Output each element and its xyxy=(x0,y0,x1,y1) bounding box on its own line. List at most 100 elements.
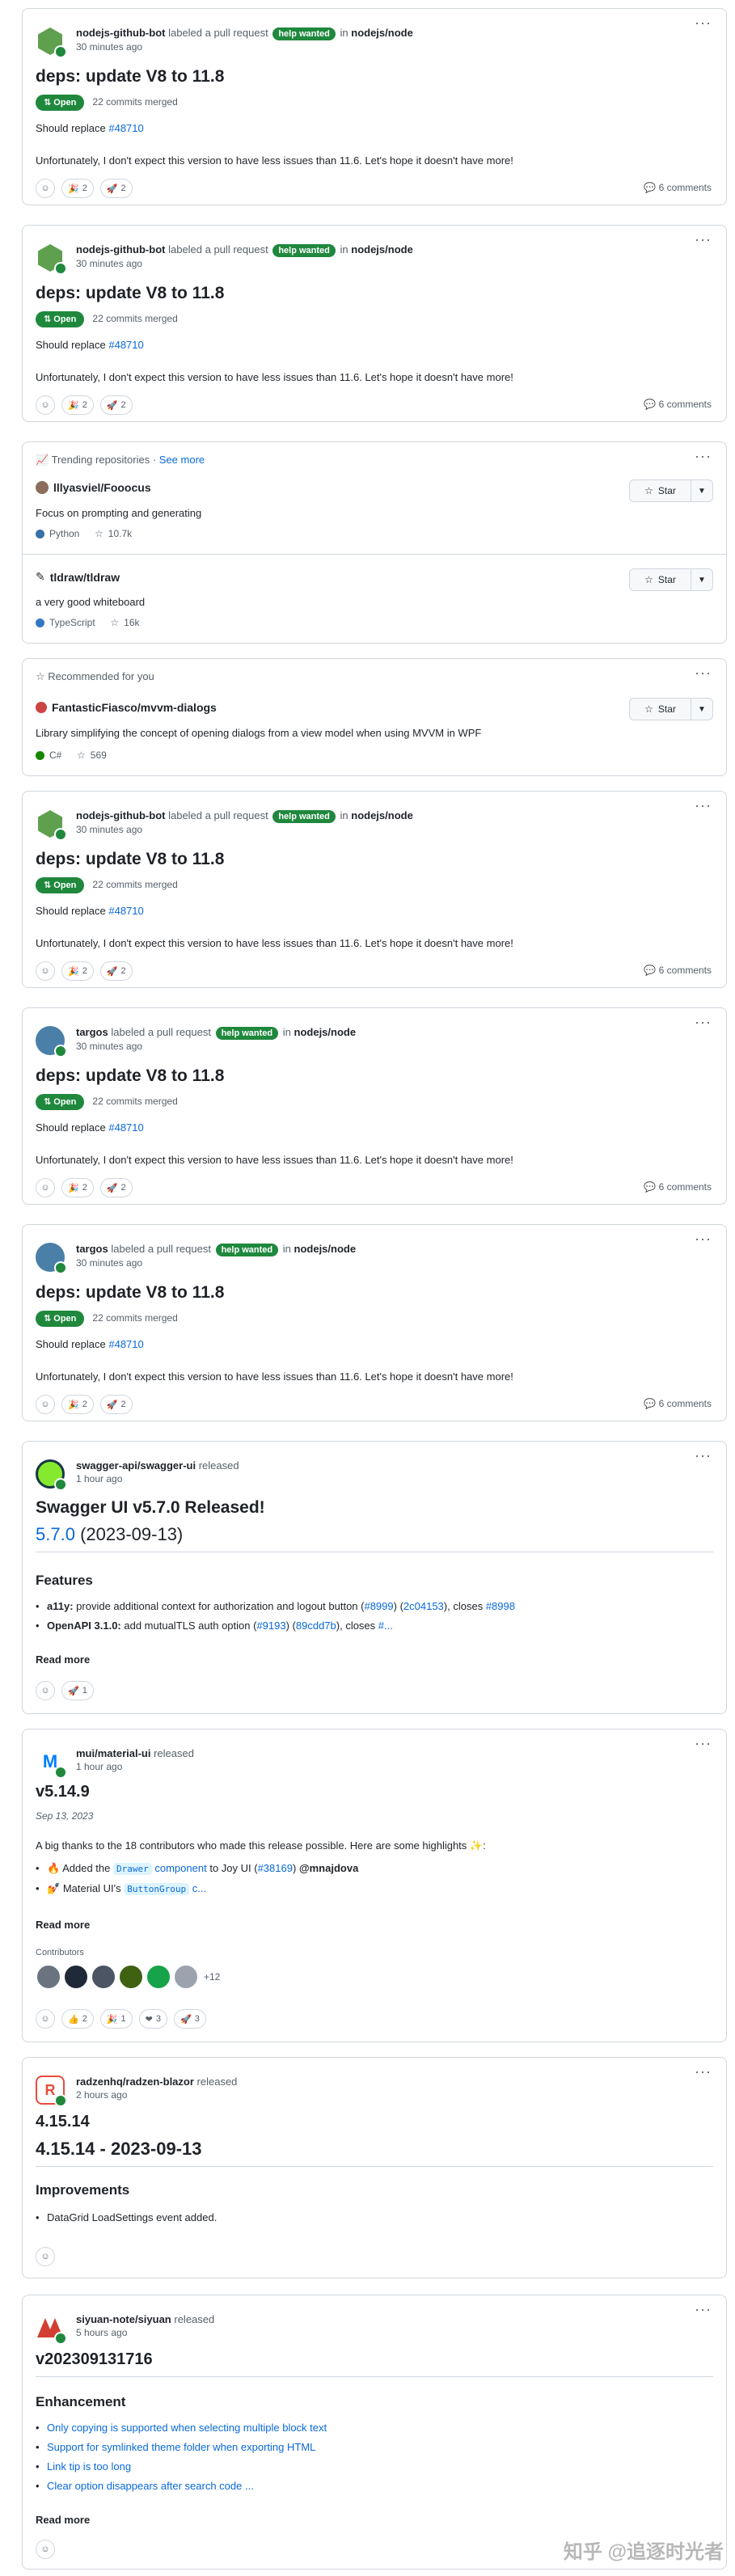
add-reaction-button[interactable]: ☺ xyxy=(36,395,55,415)
label-badge[interactable]: help wanted xyxy=(272,244,336,257)
comments-count[interactable]: 💬 6 comments xyxy=(644,965,712,976)
star-count[interactable]: 569 xyxy=(91,750,107,761)
star-button[interactable]: ☆ Star ▼ xyxy=(629,479,713,502)
more-options-icon[interactable]: ··· xyxy=(695,2064,712,2079)
reaction-party[interactable]: 🎉 2 xyxy=(61,1178,94,1197)
add-reaction-button[interactable]: ☺ xyxy=(36,1681,55,1700)
more-options-icon[interactable]: ··· xyxy=(695,449,712,463)
pr-title[interactable]: deps: update V8 to 11.8 xyxy=(36,67,224,87)
user-mention[interactable]: @mnajdova xyxy=(299,1862,358,1874)
truncated-link[interactable]: c... xyxy=(192,1882,206,1894)
more-options-icon[interactable]: ··· xyxy=(695,1015,712,1029)
reaction-rocket[interactable]: 🚀 2 xyxy=(99,1178,133,1197)
repo-link[interactable]: mui/material-ui xyxy=(76,1747,150,1759)
more-options-icon[interactable]: ··· xyxy=(695,665,712,680)
comments-count[interactable]: 💬 6 comments xyxy=(644,182,712,193)
add-reaction-button[interactable]: ☺ xyxy=(36,961,55,981)
release-title[interactable]: v5.14.9 xyxy=(36,1783,90,1801)
more-options-icon[interactable]: ··· xyxy=(695,1736,712,1750)
release-title[interactable]: 4.15.14 xyxy=(36,2113,90,2131)
read-more-link[interactable]: Read more xyxy=(36,2514,90,2526)
contributor-avatar[interactable] xyxy=(36,1964,61,1990)
actor-link[interactable]: targos xyxy=(76,1243,108,1255)
pr-link[interactable]: #8999 xyxy=(364,1600,393,1612)
chevron-down-icon[interactable]: ▼ xyxy=(691,480,712,501)
add-reaction-button[interactable]: ☺ xyxy=(36,2247,55,2266)
reaction-rocket[interactable]: 🚀 1 xyxy=(61,1681,94,1700)
list-item[interactable]: Link tip is too long xyxy=(36,2457,327,2477)
actor-link[interactable]: nodejs-github-bot xyxy=(76,243,165,255)
read-more-link[interactable]: Read more xyxy=(36,1653,90,1666)
version-link[interactable]: 5.7.0 xyxy=(36,1524,75,1544)
reaction-party[interactable]: 🎉 2 xyxy=(61,1395,94,1414)
reaction-party[interactable]: 🎉 2 xyxy=(61,395,94,415)
label-badge[interactable]: help wanted xyxy=(215,1027,279,1040)
repo-link[interactable]: nodejs/node xyxy=(351,243,413,255)
mui-avatar[interactable]: M xyxy=(36,1747,67,1779)
more-options-icon[interactable]: ··· xyxy=(695,1231,712,1246)
list-item[interactable]: Clear option disappears after search cod… xyxy=(36,2477,327,2496)
issue-link[interactable]: #48710 xyxy=(108,1121,143,1134)
contributor-avatar[interactable] xyxy=(146,1964,171,1990)
release-title[interactable]: Swagger UI v5.7.0 Released! xyxy=(36,1498,265,1518)
star-button[interactable]: ☆ Star ▼ xyxy=(629,698,713,720)
reaction-party[interactable]: 🎉 2 xyxy=(61,179,94,198)
comments-count[interactable]: 💬 6 comments xyxy=(644,1181,712,1193)
pr-link[interactable]: #38169 xyxy=(258,1862,293,1874)
user-avatar[interactable] xyxy=(36,1243,67,1274)
pr-title[interactable]: deps: update V8 to 11.8 xyxy=(36,1066,224,1086)
star-count[interactable]: 10.7k xyxy=(108,528,132,539)
issue-link[interactable]: #... xyxy=(378,1620,393,1632)
more-options-icon[interactable]: ··· xyxy=(695,2302,712,2316)
star-count[interactable]: 16k xyxy=(124,617,139,628)
label-badge[interactable]: help wanted xyxy=(272,810,336,823)
add-reaction-button[interactable]: ☺ xyxy=(36,1178,55,1197)
pr-title[interactable]: deps: update V8 to 11.8 xyxy=(36,850,224,869)
repo-link[interactable]: radzenhq/radzen-blazor xyxy=(76,2076,194,2088)
add-reaction-button[interactable]: ☺ xyxy=(36,2540,55,2559)
pr-title[interactable]: deps: update V8 to 11.8 xyxy=(36,1283,224,1303)
add-reaction-button[interactable]: ☺ xyxy=(36,2009,55,2029)
repo-link[interactable]: siyuan-note/siyuan xyxy=(76,2313,171,2325)
pr-title[interactable]: deps: update V8 to 11.8 xyxy=(36,284,224,303)
commit-link[interactable]: 2c04153 xyxy=(403,1600,444,1612)
see-more-link[interactable]: See more xyxy=(159,454,205,466)
reaction-heart[interactable]: ❤ 3 xyxy=(138,2009,167,2029)
reaction-rocket[interactable]: 🚀 2 xyxy=(99,179,133,198)
repo-link[interactable]: lllyasviel/Fooocus xyxy=(53,481,151,494)
repo-link[interactable]: nodejs/node xyxy=(294,1026,357,1038)
more-options-icon[interactable]: ··· xyxy=(695,232,712,247)
reaction-party[interactable]: 🎉 1 xyxy=(99,2009,133,2029)
repo-link[interactable]: nodejs/node xyxy=(351,809,413,821)
pr-link[interactable]: #9193 xyxy=(256,1620,285,1632)
comments-count[interactable]: 💬 6 comments xyxy=(644,399,712,410)
swagger-avatar[interactable] xyxy=(36,1459,67,1491)
more-options-icon[interactable]: ··· xyxy=(695,798,712,813)
more-contributors[interactable]: +12 xyxy=(204,1971,220,1983)
more-options-icon[interactable]: ··· xyxy=(695,15,712,30)
owner-avatar[interactable]: ✎ xyxy=(36,570,45,584)
release-title[interactable]: v202309131716 xyxy=(36,2350,153,2369)
repo-link[interactable]: FantasticFiasco/mvvm-dialogs xyxy=(52,701,217,714)
read-more-link[interactable]: Read more xyxy=(36,1919,90,1931)
label-badge[interactable]: help wanted xyxy=(272,27,336,40)
reaction-rocket[interactable]: 🚀 3 xyxy=(174,2009,206,2029)
component-link[interactable]: component xyxy=(154,1862,206,1874)
contributor-avatar[interactable] xyxy=(91,1964,116,1990)
actor-link[interactable]: nodejs-github-bot xyxy=(76,809,165,821)
add-reaction-button[interactable]: ☺ xyxy=(36,179,55,198)
reaction-party[interactable]: 🎉 2 xyxy=(61,961,94,981)
actor-link[interactable]: targos xyxy=(76,1026,108,1038)
star-button[interactable]: ☆ Star ▼ xyxy=(629,568,713,591)
reaction-thumbsup[interactable]: 👍 2 xyxy=(61,2009,94,2029)
siyuan-avatar[interactable] xyxy=(36,2313,67,2345)
issue-link[interactable]: #48710 xyxy=(108,122,143,134)
repo-link[interactable]: swagger-api/swagger-ui xyxy=(76,1459,196,1472)
radzen-avatar[interactable]: R xyxy=(36,2076,67,2107)
chevron-down-icon[interactable]: ▼ xyxy=(691,569,712,590)
contributor-avatar[interactable] xyxy=(118,1964,144,1990)
chevron-down-icon[interactable]: ▼ xyxy=(691,699,712,720)
bot-avatar[interactable] xyxy=(36,27,67,58)
label-badge[interactable]: help wanted xyxy=(215,1244,279,1256)
comments-count[interactable]: 💬 6 comments xyxy=(644,1398,712,1409)
